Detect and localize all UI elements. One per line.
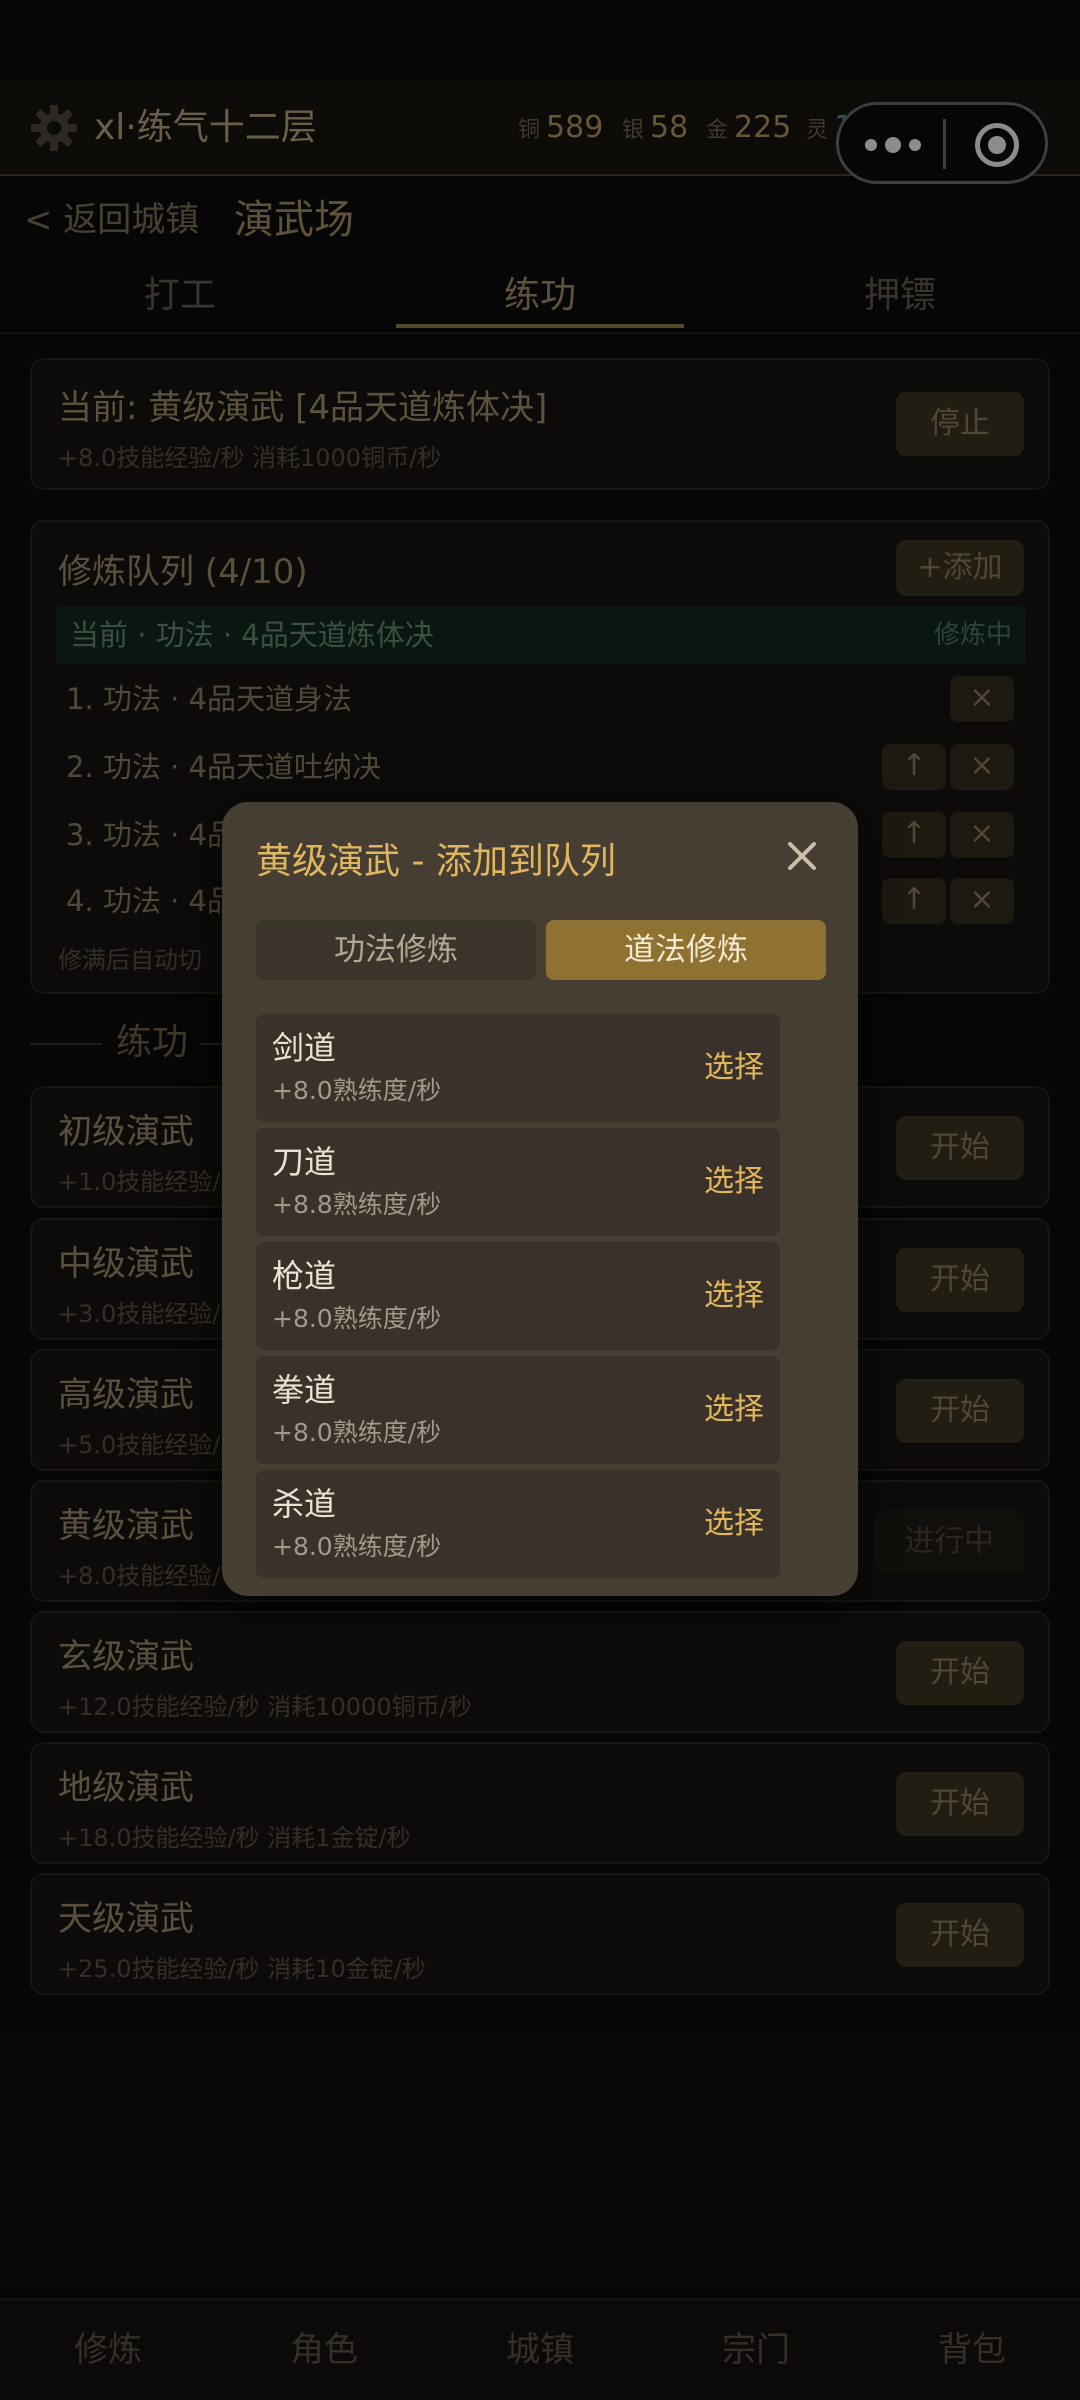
add-to-queue-modal: 黄级演武 - 添加到队列 功法修炼 道法修炼 剑道 +8.0熟练度/秒 选择 刀…	[222, 802, 858, 1596]
dao-rate: +8.0熟练度/秒	[272, 1418, 442, 1447]
dao-item: 拳道 +8.0熟练度/秒 选择	[256, 1356, 780, 1464]
dao-rate: +8.8熟练度/秒	[272, 1190, 442, 1219]
dao-item: 刀道 +8.8熟练度/秒 选择	[256, 1128, 780, 1236]
dao-rate: +8.0熟练度/秒	[272, 1532, 442, 1561]
dao-name: 枪道	[272, 1257, 337, 1295]
dao-item: 剑道 +8.0熟练度/秒 选择	[256, 1014, 780, 1122]
modal-title: 黄级演武 - 添加到队列	[256, 841, 616, 882]
select-button[interactable]: 选择	[704, 1272, 764, 1320]
dao-name: 剑道	[272, 1029, 337, 1067]
screen: xl·练气十二层 铜589 银58 金225 灵174 < 返回城镇 演武场 打…	[0, 0, 1080, 2400]
select-button[interactable]: 选择	[704, 1158, 764, 1206]
select-button[interactable]: 选择	[704, 1386, 764, 1434]
dao-name: 拳道	[272, 1371, 337, 1409]
dao-rate: +8.0熟练度/秒	[272, 1076, 442, 1105]
select-button[interactable]: 选择	[704, 1044, 764, 1092]
select-button[interactable]: 选择	[704, 1500, 764, 1548]
tab-skill-training[interactable]: 功法修炼	[256, 920, 536, 980]
tab-dao-training[interactable]: 道法修炼	[546, 920, 826, 980]
dao-name: 刀道	[272, 1143, 337, 1181]
dao-item: 杀道 +8.0熟练度/秒 选择	[256, 1470, 780, 1578]
dao-rate: +8.0熟练度/秒	[272, 1304, 442, 1333]
dao-name: 杀道	[272, 1485, 337, 1523]
dao-item: 枪道 +8.0熟练度/秒 选择	[256, 1242, 780, 1350]
close-icon[interactable]	[770, 824, 834, 888]
